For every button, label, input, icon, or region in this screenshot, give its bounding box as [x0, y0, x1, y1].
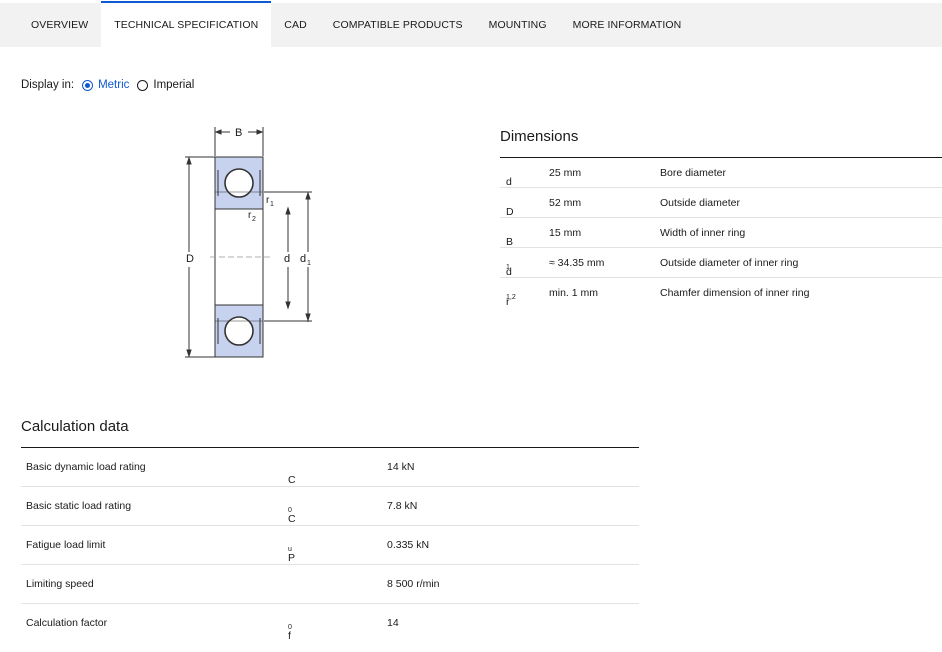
calculation-data-table: Basic dynamic load rating C 14 kN Basic … [21, 447, 639, 642]
tab-more-information[interactable]: MORE INFORMATION [560, 3, 695, 47]
dimension-value: 52 mm [549, 197, 582, 209]
calc-label: Basic dynamic load rating [26, 461, 146, 473]
imperial-label: Imperial [153, 79, 195, 91]
dimension-symbol: r 1,2 [506, 294, 516, 308]
unit-selector: Display in: Metric Imperial [21, 79, 194, 91]
label-outside-d: D [186, 253, 194, 265]
dimension-value: 15 mm [549, 227, 582, 239]
label-b: B [235, 127, 242, 139]
metric-radio[interactable]: Metric [82, 79, 129, 91]
calc-label: Basic static load rating [26, 500, 132, 512]
dimension-value: min. 1 mm [549, 287, 599, 299]
calc-symbol: f0 [288, 624, 292, 642]
metric-label: Metric [98, 79, 130, 91]
dimension-value: 25 mm [549, 167, 582, 179]
dimension-symbol: d1 [506, 264, 512, 278]
table-row: B 15 mm Width of inner ring [500, 218, 942, 248]
dimensions-table: d 25 mm Bore diameter D 52 mm Outside di… [500, 157, 942, 308]
label-d1: d [300, 253, 306, 265]
tab-cad[interactable]: CAD [271, 3, 319, 47]
label-bore-d: d [284, 253, 290, 265]
radio-selected-icon [82, 79, 94, 91]
dimension-description: Outside diameter [660, 197, 740, 209]
calc-value: 7.8 kN [387, 500, 418, 512]
table-row: d 25 mm Bore diameter [500, 158, 942, 188]
dimension-description: Bore diameter [660, 167, 726, 179]
bearing-cross-section-drawing: B D d d 1 r 1 r 2 [185, 127, 312, 358]
calc-value: 14 [387, 617, 399, 629]
dimension-description: Chamfer dimension of inner ring [660, 287, 810, 299]
label-r2-sub: 2 [252, 216, 256, 223]
label-d1-sub: 1 [307, 260, 311, 267]
calc-value: 14 kN [387, 461, 415, 473]
tab-technical-specification[interactable]: TECHNICAL SPECIFICATION [101, 1, 272, 47]
table-row: Fatigue load limit Pu 0.335 kN [21, 526, 639, 565]
calc-symbol: C0 [288, 507, 296, 525]
calc-label: Fatigue load limit [26, 539, 106, 551]
calculation-data-heading: Calculation data [21, 418, 129, 435]
radio-unselected-icon [137, 79, 149, 91]
calc-value: 0.335 kN [387, 539, 430, 551]
dimension-description: Width of inner ring [660, 227, 746, 239]
tab-overview[interactable]: OVERVIEW [0, 3, 101, 47]
dimensions-heading: Dimensions [500, 128, 579, 145]
table-row: Limiting speed 8 500 r/min [21, 565, 639, 604]
tab-bar: OVERVIEW TECHNICAL SPECIFICATION CAD COM… [0, 1, 942, 47]
dimension-description: Outside diameter of inner ring [660, 257, 799, 269]
table-row: r 1,2 min. 1 mm Chamfer dimension of inne… [500, 278, 942, 308]
table-row: Basic dynamic load rating C 14 kN [21, 448, 639, 487]
table-row: Basic static load rating C0 7.8 kN [21, 487, 639, 526]
display-in-label: Display in: [21, 79, 75, 91]
dimension-value: ≈ 34.35 mm [549, 257, 605, 269]
table-row: Calculation factor f0 14 [21, 604, 639, 642]
imperial-radio[interactable]: Imperial [137, 79, 194, 91]
calc-label: Limiting speed [26, 578, 94, 590]
tab-mounting[interactable]: MOUNTING [476, 3, 560, 47]
table-row: D 52 mm Outside diameter [500, 188, 942, 218]
label-r1-sub: 1 [270, 201, 274, 208]
table-row: d1 ≈ 34.35 mm Outside diameter of inner … [500, 248, 942, 278]
calc-value: 8 500 r/min [387, 578, 440, 590]
calc-label: Calculation factor [26, 617, 108, 629]
calc-symbol: Pu [288, 546, 296, 564]
tab-compatible-products[interactable]: COMPATIBLE PRODUCTS [320, 3, 476, 47]
